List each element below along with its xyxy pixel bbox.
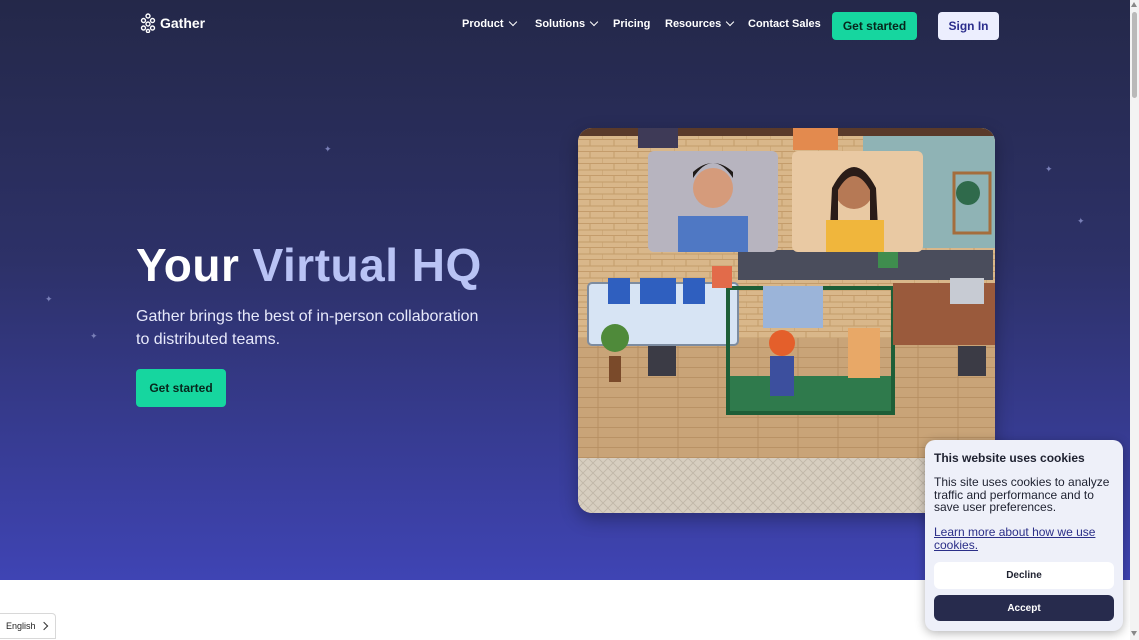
chevron-down-icon xyxy=(508,17,517,27)
language-selector-value: English xyxy=(6,621,36,631)
nav-item-label: Pricing xyxy=(613,18,651,30)
gather-logo-icon xyxy=(140,13,156,33)
hero-title-part1: Your xyxy=(136,239,253,291)
gather-logo[interactable]: Gather xyxy=(140,13,205,33)
nav-get-started-button[interactable]: Get started xyxy=(832,12,917,40)
sparkle-icon: ✦ xyxy=(324,144,332,154)
nav-item-label: Solutions xyxy=(535,18,586,30)
decline-cookies-button[interactable]: Decline xyxy=(934,562,1114,589)
nav-item-contact-sales[interactable]: Contact Sales xyxy=(748,18,821,30)
chevron-down-icon xyxy=(726,17,735,27)
language-selector[interactable]: English xyxy=(0,613,56,639)
nav-item-label: Resources xyxy=(665,18,722,30)
cookie-banner-title: This website uses cookies xyxy=(934,451,1085,465)
scrollbar-thumb[interactable] xyxy=(1132,12,1137,98)
hero-title: Your Virtual HQ xyxy=(136,238,482,292)
nav-item-label: Contact Sales xyxy=(748,18,821,30)
nav-item-resources[interactable]: Resources xyxy=(665,17,735,30)
sparkle-icon: ✦ xyxy=(1045,164,1053,174)
nav-item-solutions[interactable]: Solutions xyxy=(535,17,599,30)
cookie-policy-link[interactable]: Learn more about how we use cookies. xyxy=(934,526,1114,551)
nav-item-label: Product xyxy=(462,18,504,30)
accept-cookies-button[interactable]: Accept xyxy=(934,595,1114,621)
hero-title-accent: Virtual HQ xyxy=(252,239,482,291)
sign-in-button[interactable]: Sign In xyxy=(938,12,999,40)
top-navigation: Gather Product Solutions Pricing Resourc… xyxy=(0,0,1130,52)
cookie-consent-banner: This website uses cookies This site uses… xyxy=(925,440,1123,631)
hero-subtitle: Gather brings the best of in-person coll… xyxy=(136,308,479,348)
nav-item-pricing[interactable]: Pricing xyxy=(613,18,650,30)
sparkle-icon: ✦ xyxy=(90,331,98,341)
chevron-right-icon xyxy=(39,621,49,631)
nav-item-product[interactable]: Product xyxy=(462,17,517,30)
page-scrollbar[interactable] xyxy=(1130,0,1139,640)
scroll-up-arrow-icon[interactable] xyxy=(1131,2,1137,7)
chevron-down-icon xyxy=(589,17,599,27)
cookie-banner-text: This site uses cookies to analyze traffi… xyxy=(934,475,1110,514)
sparkle-icon: ✦ xyxy=(1077,216,1085,226)
brand-name: Gather xyxy=(160,15,206,31)
sparkle-icon: ✦ xyxy=(45,294,53,304)
scroll-down-arrow-icon[interactable] xyxy=(1131,631,1137,636)
hero-get-started-button[interactable]: Get started xyxy=(136,369,226,407)
